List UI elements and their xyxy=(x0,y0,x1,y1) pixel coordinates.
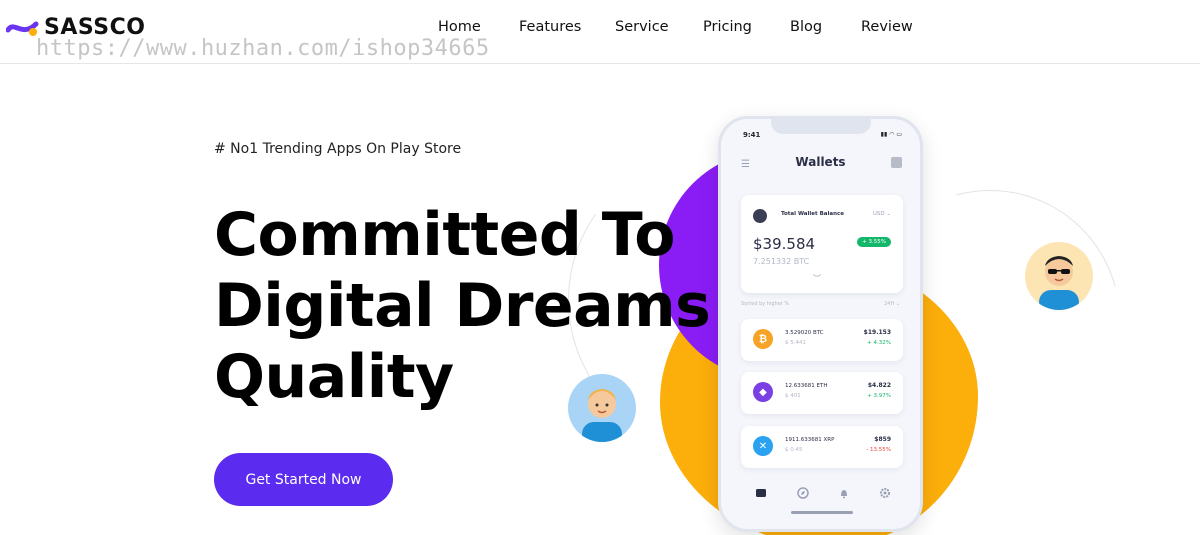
ethereum-icon: ◆ xyxy=(753,382,773,402)
coin-change: + 4.32% xyxy=(867,340,891,346)
hero-title-line-3: Quality xyxy=(214,342,454,412)
hero-title: Committed To Digital Dreams Quality xyxy=(214,200,711,413)
sort-label: Sorted by higher % xyxy=(741,301,790,307)
coin-amount: 1911.633681 XRP xyxy=(785,437,835,443)
coin-change: + 3.97% xyxy=(867,393,891,399)
status-icons: ▮▮ ◠ ▭ xyxy=(880,131,902,138)
coin-usd: $4.822 xyxy=(867,382,891,389)
nav-blog[interactable]: Blog xyxy=(790,19,822,35)
sort-range-value: 24H xyxy=(884,301,895,307)
coin-row-xrp[interactable]: ✕ 1911.633681 XRP $ 0.45 $859 - 13.55% xyxy=(741,426,903,468)
support-agent-illustration xyxy=(582,389,622,442)
tab-compass-icon[interactable] xyxy=(797,487,809,499)
status-time: 9:41 xyxy=(743,131,761,139)
coin-change: - 13.55% xyxy=(866,447,891,453)
coin-price: $ 5.441 xyxy=(785,340,806,346)
coin-price: $ 0.45 xyxy=(785,447,803,453)
sort-range-selector[interactable]: 24H ⌄ xyxy=(884,301,900,307)
coin-amount: 3.529020 BTC xyxy=(785,330,824,336)
balance-change-badge: + 3.55% xyxy=(857,237,891,247)
hero-title-line-1: Committed To xyxy=(214,200,675,270)
coin-row-btc[interactable]: ₿ 3.529020 BTC $ 5.441 $19.153 + 4.32% xyxy=(741,319,903,361)
wallet-icon xyxy=(753,209,767,223)
nav-home[interactable]: Home xyxy=(438,19,481,35)
ripple-icon: ✕ xyxy=(753,436,773,456)
nav-review[interactable]: Review xyxy=(861,19,913,35)
nav-service[interactable]: Service xyxy=(615,19,669,35)
coin-usd: $19.153 xyxy=(863,329,891,336)
get-started-button[interactable]: Get Started Now xyxy=(214,453,393,506)
logo-icon xyxy=(6,21,39,36)
balance-amount: $39.584 xyxy=(753,235,816,253)
avatar-sunglasses xyxy=(1025,242,1093,310)
bitcoin-icon: ₿ xyxy=(753,329,773,349)
site-header: SASSCO https://www.huzhan.com/ishop34665… xyxy=(0,0,1200,64)
nav-pricing[interactable]: Pricing xyxy=(703,19,752,35)
watermark-text: https://www.huzhan.com/ishop34665 xyxy=(36,36,490,61)
coin-price: $ 401 xyxy=(785,393,801,399)
hero-tagline: # No1 Trending Apps On Play Store xyxy=(214,141,462,157)
wallet-box-icon[interactable] xyxy=(891,157,902,168)
currency-value: USD xyxy=(872,211,885,217)
balance-btc: 7.251332 BTC xyxy=(753,257,810,266)
phone-notch xyxy=(771,119,871,134)
balance-label: Total Wallet Balance xyxy=(781,211,844,217)
tab-bell-icon[interactable] xyxy=(838,487,850,499)
coin-row-eth[interactable]: ◆ 12.633681 ETH $ 401 $4.822 + 3.97% xyxy=(741,372,903,414)
tab-wallet-icon[interactable] xyxy=(755,487,767,499)
chevron-down-icon[interactable]: ︶ xyxy=(813,273,821,284)
coin-amount: 12.633681 ETH xyxy=(785,383,828,389)
hero-title-line-2: Digital Dreams xyxy=(214,271,711,341)
nav-features[interactable]: Features xyxy=(519,19,581,35)
sunglasses-man-illustration xyxy=(1039,256,1079,310)
home-indicator xyxy=(791,511,853,514)
coin-usd: $859 xyxy=(874,436,891,443)
currency-selector[interactable]: USD ⌄ xyxy=(873,211,891,217)
avatar-support-agent xyxy=(568,374,636,442)
balance-card[interactable]: Total Wallet Balance USD ⌄ $39.584 + 3.5… xyxy=(741,195,903,293)
tab-gear-icon[interactable] xyxy=(879,487,891,499)
phone-tab-bar xyxy=(721,487,920,507)
phone-mockup: 9:41 ▮▮ ◠ ▭ ☰ Wallets Total Wallet Balan… xyxy=(718,116,923,532)
